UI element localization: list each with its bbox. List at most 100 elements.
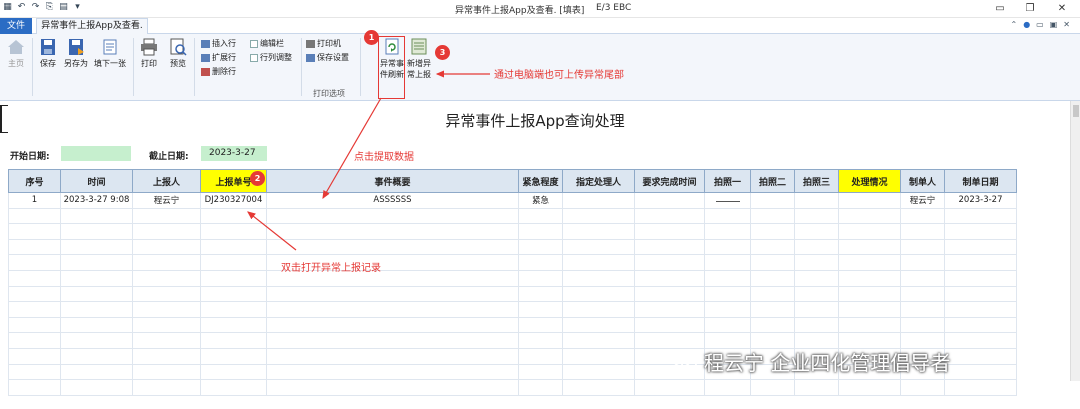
save-settings-button[interactable]: 保存设置 [306,52,349,63]
table-cell[interactable] [900,223,945,240]
qat-dropdown-icon[interactable]: ▾ [72,2,83,13]
vertical-scrollbar[interactable] [1070,101,1080,381]
table-cell[interactable]: 程云宁 [900,192,945,209]
table-cell[interactable] [794,192,839,209]
table-cell[interactable] [266,207,519,225]
table-cell[interactable] [944,238,1017,256]
table-cell[interactable] [132,379,201,396]
start-date-field[interactable] [61,146,131,161]
table-cell[interactable] [200,316,267,334]
table-cell[interactable] [900,238,945,256]
table-cell[interactable] [838,207,901,225]
table-cell[interactable] [634,223,705,240]
column-header[interactable]: 指定处理人 [562,169,635,193]
paste-icon[interactable]: ▤ [58,2,69,13]
table-cell[interactable] [60,332,133,349]
table-cell[interactable] [750,207,795,225]
table-cell[interactable] [634,207,705,225]
table-cell[interactable] [562,347,635,365]
table-cell[interactable] [944,269,1017,287]
doc-restore-icon[interactable]: ▣ [1050,20,1058,29]
table-cell[interactable] [200,254,267,271]
table-cell[interactable] [794,285,839,303]
table-cell[interactable] [266,363,519,381]
table-cell[interactable] [838,379,901,396]
table-cell[interactable] [8,269,61,287]
table-cell[interactable] [704,238,751,256]
table-cell[interactable] [60,207,133,225]
table-cell[interactable] [60,285,133,303]
table-cell[interactable] [944,285,1017,303]
table-cell[interactable] [704,285,751,303]
table-cell[interactable] [562,207,635,225]
new-report-button[interactable]: 新增异 常上报 [405,38,433,80]
table-row[interactable] [8,254,1017,271]
table-row[interactable] [8,207,1017,225]
table-cell[interactable] [200,347,267,365]
table-cell[interactable] [900,269,945,287]
column-header[interactable]: 序号 [8,169,61,193]
table-cell[interactable] [266,285,519,303]
table-cell[interactable] [60,379,133,396]
table-cell[interactable] [132,347,201,365]
doc-close-icon[interactable]: ✕ [1063,20,1070,29]
table-cell[interactable] [8,316,61,334]
table-cell[interactable] [132,301,201,318]
table-cell[interactable] [60,301,133,318]
table-cell[interactable] [200,301,267,318]
table-cell[interactable] [518,207,563,225]
table-cell[interactable] [794,223,839,240]
table-cell[interactable] [518,254,563,271]
table-cell[interactable] [634,269,705,287]
table-cell[interactable] [634,316,705,334]
table-cell[interactable] [132,363,201,381]
table-cell[interactable] [8,363,61,381]
table-cell[interactable] [132,223,201,240]
table-row[interactable] [8,269,1017,287]
table-cell[interactable] [794,207,839,225]
table-cell[interactable] [60,254,133,271]
table-cell[interactable] [634,192,705,209]
table-cell[interactable] [704,379,751,396]
table-cell[interactable] [750,254,795,271]
table-cell[interactable]: 2023-3-27 9:08 [60,192,133,209]
table-cell[interactable] [838,192,901,209]
table-cell[interactable] [8,254,61,271]
table-cell[interactable] [8,379,61,396]
table-cell[interactable] [60,363,133,381]
table-cell[interactable] [944,207,1017,225]
table-cell[interactable] [266,332,519,349]
table-cell[interactable] [132,269,201,287]
table-cell[interactable] [704,301,751,318]
preview-button[interactable]: 预览 [167,38,189,69]
table-cell[interactable] [562,301,635,318]
column-header[interactable]: 拍照二 [750,169,795,193]
minimize-icon[interactable]: ▭ [990,2,1010,16]
table-cell[interactable] [562,332,635,349]
table-cell[interactable] [518,363,563,381]
table-cell[interactable] [750,238,795,256]
table-cell[interactable] [794,301,839,318]
table-cell[interactable] [634,301,705,318]
table-cell[interactable] [900,207,945,225]
table-cell[interactable] [794,379,839,396]
table-cell[interactable] [200,269,267,287]
table-cell[interactable] [838,316,901,334]
help-icon[interactable]: ● [1023,20,1030,29]
column-header[interactable]: 要求完成时间 [634,169,705,193]
table-cell[interactable] [704,192,751,209]
tab-file[interactable]: 文件 [0,18,32,34]
table-cell[interactable] [266,316,519,334]
photo-thumbnail-icon[interactable] [715,195,740,203]
table-cell[interactable] [634,254,705,271]
table-cell[interactable] [8,332,61,349]
table-cell[interactable] [704,269,751,287]
table-cell[interactable] [518,269,563,287]
table-cell[interactable] [838,238,901,256]
table-cell[interactable] [266,301,519,318]
column-header[interactable]: 事件概要 [266,169,519,193]
table-cell[interactable] [266,223,519,240]
expand-row-button[interactable]: 扩展行 [201,52,236,63]
table-cell[interactable] [944,316,1017,334]
table-cell[interactable] [750,316,795,334]
